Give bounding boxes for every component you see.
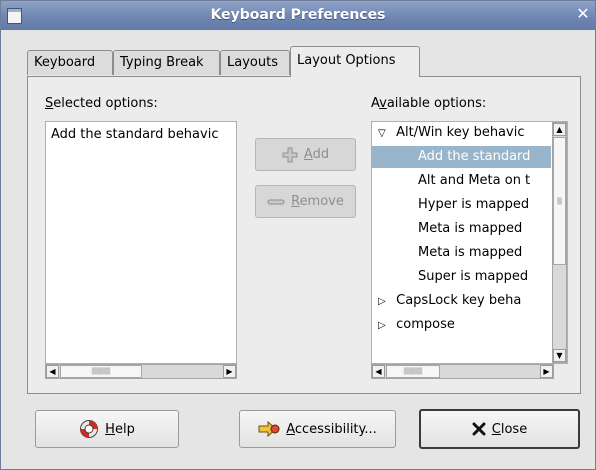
keyboard-preferences-window: Keyboard Preferences ✕ Keyboard Typing B… — [0, 0, 596, 470]
scroll-thumb[interactable]: ▒ — [553, 137, 566, 265]
scroll-right-arrow-icon[interactable]: ▶ — [540, 365, 553, 378]
close-button[interactable]: Close — [419, 409, 580, 449]
close-x-icon — [472, 422, 486, 436]
title-bar[interactable]: Keyboard Preferences ✕ — [1, 1, 595, 30]
tree-group-compose[interactable]: ▷ compose — [372, 314, 551, 336]
tree-item[interactable]: Meta is mapped — [372, 218, 551, 240]
scroll-right-arrow-icon[interactable]: ▶ — [223, 365, 236, 378]
scroll-left-arrow-icon[interactable]: ◀ — [372, 365, 385, 378]
accessibility-icon — [258, 421, 280, 437]
add-plus-icon — [282, 147, 298, 162]
expander-closed-icon[interactable]: ▷ — [378, 315, 392, 336]
expander-open-icon[interactable]: ▽ — [378, 123, 392, 144]
tree-item[interactable]: Hyper is mapped — [372, 194, 551, 216]
tree-item[interactable]: Add the standard — [372, 146, 551, 168]
accessibility-button[interactable]: Accessibility... — [239, 410, 396, 448]
scroll-thumb[interactable]: ▒▒▒▒ — [386, 365, 440, 378]
remove-minus-icon — [267, 199, 285, 204]
window-close-icon[interactable]: ✕ — [575, 5, 591, 23]
scroll-left-arrow-icon[interactable]: ◀ — [46, 365, 59, 378]
tree-group-alt-win[interactable]: ▽ Alt/Win key behavic — [372, 122, 551, 144]
selected-options-label: Selected options: — [45, 96, 158, 111]
window-title: Keyboard Preferences — [210, 7, 386, 23]
available-options-vscrollbar[interactable]: ▲ ▒ ▼ — [552, 122, 567, 363]
selected-options-hscrollbar[interactable]: ◀ ▒▒▒▒ ▶ — [45, 364, 237, 379]
tree-item[interactable]: Meta is mapped — [372, 242, 551, 264]
tree-item[interactable]: Super is mapped — [372, 266, 551, 288]
tab-typing-break[interactable]: Typing Break — [113, 50, 220, 75]
available-options-tree[interactable]: ▽ Alt/Win key behavic Add the standard A… — [371, 121, 568, 364]
scroll-down-arrow-icon[interactable]: ▼ — [553, 349, 566, 362]
selected-option-item[interactable]: Add the standard behavic — [46, 124, 236, 146]
add-button[interactable]: Add — [255, 138, 356, 171]
tab-layout-options[interactable]: Layout Options — [290, 46, 420, 77]
help-button[interactable]: Help — [35, 410, 179, 448]
remove-button[interactable]: Remove — [255, 185, 356, 218]
tree-item[interactable]: Alt and Meta on t — [372, 170, 551, 192]
available-options-hscrollbar[interactable]: ◀ ▒▒▒▒ ▶ — [371, 364, 554, 379]
layout-options-panel: Selected options: Add the standard behav… — [27, 76, 581, 394]
tab-layouts[interactable]: Layouts — [220, 50, 290, 75]
available-options-label: Available options: — [371, 96, 487, 111]
scroll-thumb[interactable]: ▒▒▒▒ — [60, 365, 142, 378]
expander-closed-icon[interactable]: ▷ — [378, 291, 392, 312]
tree-group-capslock[interactable]: ▷ CapsLock key beha — [372, 290, 551, 312]
scroll-up-arrow-icon[interactable]: ▲ — [553, 123, 566, 136]
selected-options-list[interactable]: Add the standard behavic — [45, 121, 237, 364]
tab-keyboard[interactable]: Keyboard — [27, 50, 113, 75]
lifebuoy-help-icon — [80, 420, 99, 438]
